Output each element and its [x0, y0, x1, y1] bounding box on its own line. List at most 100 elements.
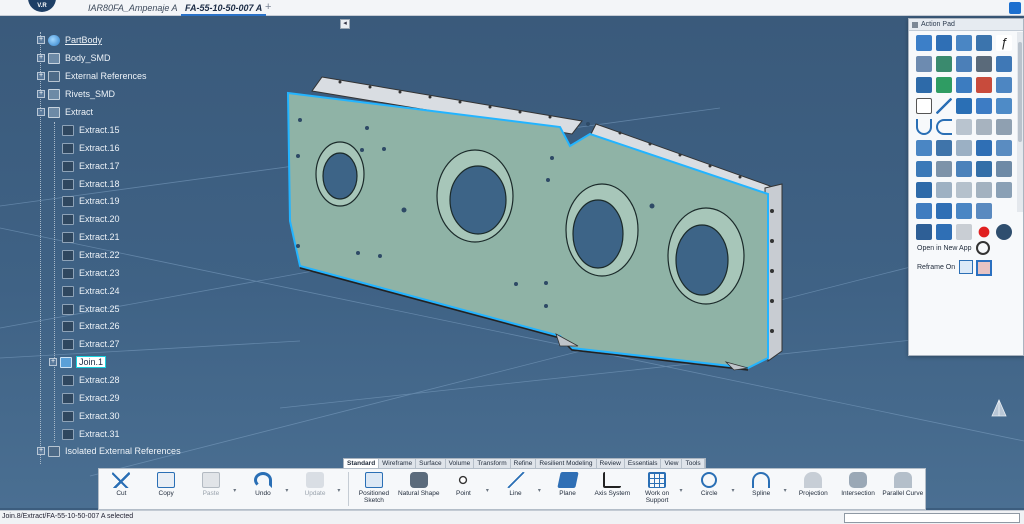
tool-icon[interactable]	[916, 161, 932, 177]
record-icon[interactable]	[976, 224, 992, 240]
tool-icon[interactable]	[976, 161, 992, 177]
tool-icon[interactable]	[956, 35, 972, 51]
tree-item-extract-21[interactable]: Extract.21	[62, 230, 120, 244]
tree-item-extract-28[interactable]: Extract.28	[62, 373, 120, 387]
compass-icon[interactable]	[988, 398, 1010, 420]
expand-toggle[interactable]: +	[37, 54, 45, 62]
chevron-down-icon[interactable]: ▾	[679, 469, 686, 494]
tool-icon[interactable]	[936, 224, 952, 240]
scrollbar-thumb[interactable]	[1018, 42, 1022, 142]
reframe-object-icon[interactable]	[976, 260, 992, 276]
chevron-down-icon[interactable]: ▾	[233, 469, 240, 494]
tree-item-extract-15[interactable]: Extract.15	[62, 123, 120, 137]
chevron-down-icon[interactable]: ▾	[337, 469, 344, 494]
line-icon[interactable]	[936, 98, 952, 114]
tool-icon[interactable]	[936, 203, 952, 219]
tool-icon[interactable]	[936, 77, 952, 93]
tree-item-extract-17[interactable]: Extract.17	[62, 159, 120, 173]
copy-button[interactable]: Copy	[144, 469, 189, 509]
parallel-curve-button[interactable]: Parallel Curve	[880, 469, 925, 509]
circle-button[interactable]: Circle	[687, 469, 732, 509]
tool-icon[interactable]	[936, 140, 952, 156]
tool-icon[interactable]	[996, 77, 1012, 93]
paste-button[interactable]: Paste	[189, 469, 234, 509]
tree-item-extract-26[interactable]: Extract.26	[62, 319, 120, 333]
stop-icon[interactable]	[956, 224, 972, 240]
tree-item-extract-19[interactable]: Extract.19	[62, 194, 120, 208]
tab-iar80fa[interactable]: IAR80FA_Ampenaje A	[84, 2, 182, 16]
expand-toggle[interactable]: +	[37, 90, 45, 98]
tree-item-join-1[interactable]: + Join.1	[49, 355, 107, 369]
tool-icon[interactable]	[996, 182, 1012, 198]
tool-icon[interactable]	[996, 140, 1012, 156]
undo-button[interactable]: Undo	[241, 469, 286, 509]
tree-item-extract-24[interactable]: Extract.24	[62, 284, 120, 298]
tool-icon[interactable]	[916, 77, 932, 93]
tree-item-extract[interactable]: - Extract	[37, 105, 93, 119]
intersection-button[interactable]: Intersection	[836, 469, 881, 509]
tree-item-extract-18[interactable]: Extract.18	[62, 177, 120, 191]
tool-icon[interactable]	[916, 35, 932, 51]
tool-icon[interactable]	[936, 56, 952, 72]
tool-icon[interactable]	[956, 56, 972, 72]
tool-icon[interactable]	[936, 182, 952, 198]
tool-icon[interactable]	[996, 56, 1012, 72]
natural-shape-button[interactable]: Natural Shape	[396, 469, 441, 509]
tool-icon[interactable]	[996, 98, 1012, 114]
tool-icon[interactable]	[976, 203, 992, 219]
axis-system-button[interactable]: Axis System	[590, 469, 635, 509]
point-button[interactable]: Point	[441, 469, 486, 509]
line-button[interactable]: Line	[493, 469, 538, 509]
tool-icon[interactable]	[936, 35, 952, 51]
tree-item-extract-20[interactable]: Extract.20	[62, 212, 120, 226]
tab-wireframe[interactable]: Wireframe	[379, 459, 417, 468]
tool-icon[interactable]	[916, 182, 932, 198]
expand-toggle[interactable]: +	[37, 447, 45, 455]
chevron-down-icon[interactable]: ▾	[285, 469, 292, 494]
maximize-icon[interactable]	[1009, 2, 1021, 14]
tab-review[interactable]: Review	[597, 459, 625, 468]
brush-icon[interactable]	[916, 224, 932, 240]
expand-toggle[interactable]: +	[49, 358, 57, 366]
tool-icon[interactable]	[916, 203, 932, 219]
work-on-support-button[interactable]: Work on Support	[635, 469, 680, 509]
tree-item-extract-16[interactable]: Extract.16	[62, 141, 120, 155]
curve-icon[interactable]	[916, 119, 932, 135]
reframe-tree-icon[interactable]	[959, 260, 973, 274]
command-input[interactable]	[844, 513, 1020, 523]
tab-volume[interactable]: Volume	[446, 459, 475, 468]
new-tab-button[interactable]: +	[265, 1, 271, 13]
tool-icon[interactable]	[996, 119, 1012, 135]
tab-standard[interactable]: Standard	[344, 459, 380, 468]
tool-icon[interactable]	[976, 77, 992, 93]
sheet-metal-part[interactable]	[286, 76, 783, 371]
chevron-down-icon[interactable]: ▾	[732, 469, 739, 494]
projection-button[interactable]: Projection	[791, 469, 836, 509]
tool-icon[interactable]	[956, 119, 972, 135]
tree-item-partbody[interactable]: + PartBody	[37, 33, 102, 47]
tool-icon[interactable]	[956, 140, 972, 156]
tool-icon[interactable]	[956, 203, 972, 219]
compass-logo[interactable]: V.R	[28, 0, 56, 12]
tool-icon[interactable]	[976, 119, 992, 135]
positioned-sketch-button[interactable]: Positioned Sketch	[352, 469, 397, 509]
plane-icon[interactable]	[976, 98, 992, 114]
tab-fa-55[interactable]: FA-55-10-50-007 A	[181, 2, 267, 16]
tool-icon[interactable]	[956, 161, 972, 177]
macro-icon[interactable]	[996, 224, 1012, 240]
tree-item-rivets-smd[interactable]: + Rivets_SMD	[37, 87, 115, 101]
tree-item-external-references[interactable]: + External References	[37, 69, 147, 83]
tool-icon[interactable]	[956, 77, 972, 93]
chevron-down-icon[interactable]: ▾	[486, 469, 493, 494]
tool-icon[interactable]	[976, 56, 992, 72]
formula-icon[interactable]: ƒ	[996, 35, 1012, 51]
tool-icon[interactable]	[916, 56, 932, 72]
tree-item-isolated-external-references[interactable]: + Isolated External References	[37, 444, 181, 458]
search-icon[interactable]	[976, 241, 990, 255]
tool-icon[interactable]	[916, 140, 932, 156]
update-button[interactable]: Update	[293, 469, 338, 509]
tool-icon[interactable]	[976, 35, 992, 51]
point-icon[interactable]	[916, 98, 932, 114]
tree-item-extract-25[interactable]: Extract.25	[62, 302, 120, 316]
tree-item-extract-22[interactable]: Extract.22	[62, 248, 120, 262]
